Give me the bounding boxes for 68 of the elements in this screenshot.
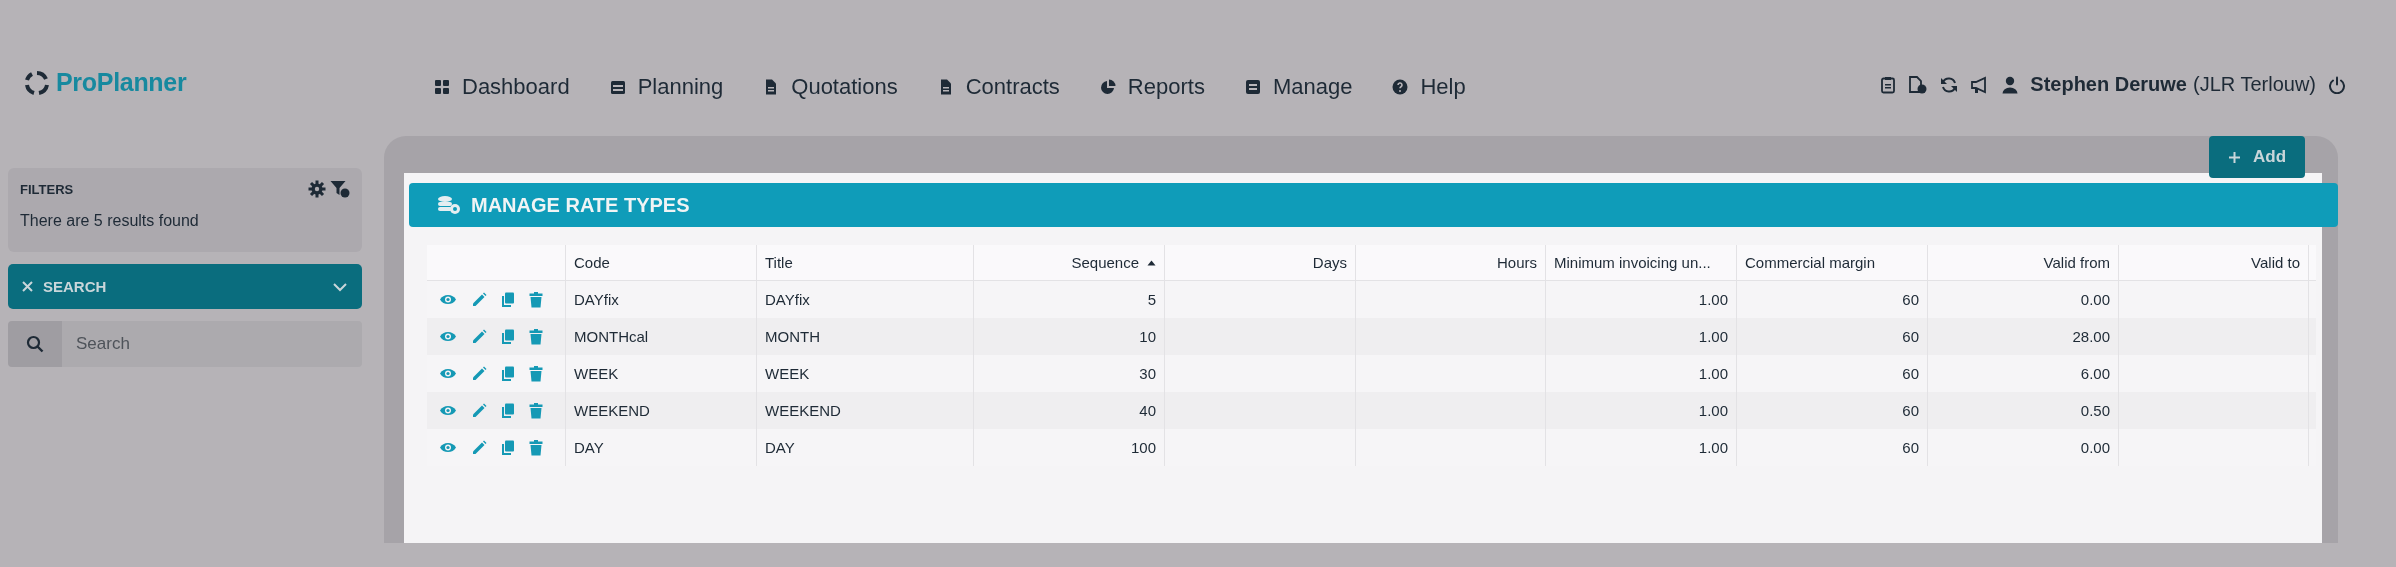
copy-icon[interactable]: [501, 291, 515, 308]
view-icon[interactable]: [439, 367, 457, 380]
column-header[interactable]: Title: [757, 245, 974, 280]
edit-icon[interactable]: [471, 365, 487, 382]
copy-icon[interactable]: [501, 402, 515, 419]
column-header[interactable]: Valid to: [2119, 245, 2309, 280]
delete-icon[interactable]: [529, 402, 543, 419]
user-organisation: (JLR Terlouw): [2193, 73, 2316, 96]
results-summary: There are 5 results found: [20, 212, 200, 230]
column-header[interactable]: Hours: [1356, 245, 1546, 280]
column-header[interactable]: Code: [566, 245, 757, 280]
nav-link[interactable]: Quotations: [763, 74, 898, 100]
panel-title: MANAGE RATE TYPES: [471, 193, 690, 217]
edit-icon[interactable]: [471, 439, 487, 456]
search-field[interactable]: Search: [62, 321, 362, 367]
view-icon[interactable]: [439, 293, 457, 306]
search-button[interactable]: [8, 321, 62, 367]
delete-icon[interactable]: [529, 439, 543, 456]
column-header[interactable]: Commercial margin: [1737, 245, 1928, 280]
column-header[interactable]: Minimum invoicing un...: [1546, 245, 1737, 280]
view-icon[interactable]: [439, 441, 457, 454]
column-header[interactable]: Valid from: [1928, 245, 2119, 280]
table-cell: 0.00: [1928, 429, 2119, 466]
edit-icon[interactable]: [471, 328, 487, 345]
close-icon[interactable]: [22, 281, 33, 292]
filter-clear-icon[interactable]: [330, 180, 350, 198]
user-name[interactable]: Stephen Deruwe: [2030, 73, 2187, 96]
delete-icon[interactable]: [529, 328, 543, 345]
search-panel-toggle[interactable]: SEARCH: [8, 264, 362, 309]
filters-title: FILTERS: [20, 181, 74, 197]
edit-icon[interactable]: [471, 402, 487, 419]
pie-chart-icon: [1099, 79, 1116, 95]
nav-link[interactable]: Manage: [1244, 74, 1353, 100]
document-add-icon[interactable]: [1908, 75, 1929, 94]
nav-link[interactable]: Planning: [609, 74, 724, 100]
view-icon[interactable]: [439, 404, 457, 417]
nav-link[interactable]: Dashboard: [434, 74, 570, 100]
view-icon[interactable]: [439, 330, 457, 343]
list-box-icon: [1244, 79, 1261, 95]
table-cell: DAY: [566, 429, 757, 466]
plus-icon: [2227, 150, 2241, 164]
power-icon[interactable]: [2328, 75, 2346, 94]
logo-icon: [24, 69, 50, 96]
search-icon: [26, 335, 44, 353]
clipboard-icon[interactable]: [1880, 75, 1897, 94]
table-cell: DAY: [757, 429, 974, 466]
table-cell: 1.00: [1546, 429, 1737, 466]
coins-gear-icon: [435, 195, 461, 215]
delete-icon[interactable]: [529, 365, 543, 382]
column-header[interactable]: Days: [1165, 245, 1356, 280]
help-icon: [1392, 79, 1409, 95]
nav-link[interactable]: Contracts: [937, 74, 1060, 100]
column-header[interactable]: Sequence: [974, 245, 1165, 280]
grid-icon: [434, 79, 450, 95]
chevron-down-icon: [332, 281, 348, 292]
table-cell: 60: [1737, 429, 1928, 466]
settings-icon[interactable]: [308, 180, 326, 198]
nav-link[interactable]: Reports: [1099, 74, 1205, 100]
add-button[interactable]: Add: [2209, 136, 2305, 178]
delete-icon[interactable]: [529, 291, 543, 308]
copy-icon[interactable]: [501, 439, 515, 456]
nav-link[interactable]: Help: [1392, 74, 1466, 100]
user-icon[interactable]: [2002, 75, 2019, 94]
refresh-icon[interactable]: [1940, 75, 1959, 94]
copy-icon[interactable]: [501, 365, 515, 382]
edit-icon[interactable]: [471, 291, 487, 308]
copy-icon[interactable]: [501, 328, 515, 345]
table-cell: 100: [974, 429, 1165, 466]
